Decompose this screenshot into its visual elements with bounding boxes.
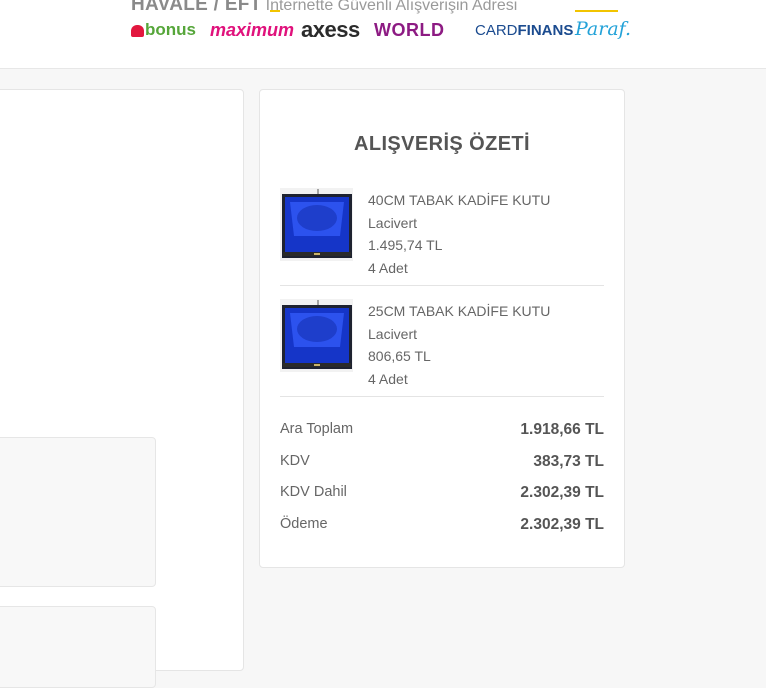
vat-included-row: KDV Dahil 2.302,39 TL [280, 484, 604, 516]
vat-row: KDV 383,73 TL [280, 453, 604, 485]
maximum-logo: maximum [210, 20, 295, 40]
accent-line-left [270, 10, 280, 12]
cardfinans-logo: CARDFINANS [475, 22, 574, 39]
cart-item: 25CM TABAK KADİFE KUTU Lacivert 806,65 T… [280, 296, 604, 397]
subtotal-value: 1.918,66 TL [520, 421, 604, 438]
item-price: 806,65 TL [368, 348, 431, 364]
item-name[interactable]: 40CM TABAK KADİFE KUTU [368, 189, 550, 212]
cart-item: 40CM TABAK KADİFE KUTU Lacivert 1.495,74… [280, 185, 604, 286]
product-thumbnail[interactable] [280, 299, 353, 372]
payment-row: Ödeme 2.302,39 TL [280, 516, 604, 548]
header: HAVALE / EFT Internette Güvenli Alışveriş… [0, 0, 766, 69]
payment-label: Ödeme [280, 515, 328, 532]
vat-label: KDV [280, 452, 310, 469]
accent-line-right [575, 10, 618, 12]
axess-logo: axess [301, 17, 360, 42]
item-variant: Lacivert [368, 214, 418, 231]
world-logo: WORLD [374, 20, 445, 40]
vat-included-label: KDV Dahil [280, 484, 347, 500]
form-section-box [0, 606, 156, 688]
product-thumbnail[interactable] [280, 188, 353, 261]
item-price: 1.495,74 TL [368, 237, 443, 253]
totals-table: Ara Toplam 1.918,66 TL KDV 383,73 TL KDV… [280, 421, 604, 547]
item-name[interactable]: 25CM TABAK KADİFE KUTU [368, 300, 550, 323]
item-variant: Lacivert [368, 325, 418, 342]
payment-value: 2.302,39 TL [520, 515, 604, 533]
heart-icon [131, 24, 144, 37]
tagline: HAVALE / EFT Internette Güvenli Alışveriş… [131, 0, 517, 16]
subtotal-row: Ara Toplam 1.918,66 TL [280, 421, 604, 453]
vat-included-value: 2.302,39 TL [520, 484, 604, 501]
bonus-logo: bonus [131, 20, 196, 40]
subtotal-label: Ara Toplam [280, 421, 354, 437]
slogan: Internette Güvenli Alışverişin Adresi [265, 0, 518, 14]
summary-title: ALIŞVERİŞ ÖZETİ [353, 133, 531, 155]
vat-value: 383,73 TL [533, 452, 604, 470]
item-quantity: 4 Adet [368, 259, 408, 276]
payment-method-label: HAVALE / EFT [131, 0, 262, 15]
cart-item-details: 25CM TABAK KADİFE KUTU Lacivert 806,65 T… [368, 300, 550, 390]
paraf-logo: Paraf. [575, 18, 632, 40]
item-quantity: 4 Adet [368, 370, 408, 387]
order-summary-card: ALIŞVERİŞ ÖZETİ 40CM TABAK KADİFE KUTU L… [259, 89, 625, 568]
cart-item-details: 40CM TABAK KADİFE KUTU Lacivert 1.495,74… [368, 189, 550, 279]
form-section-box [0, 437, 156, 587]
